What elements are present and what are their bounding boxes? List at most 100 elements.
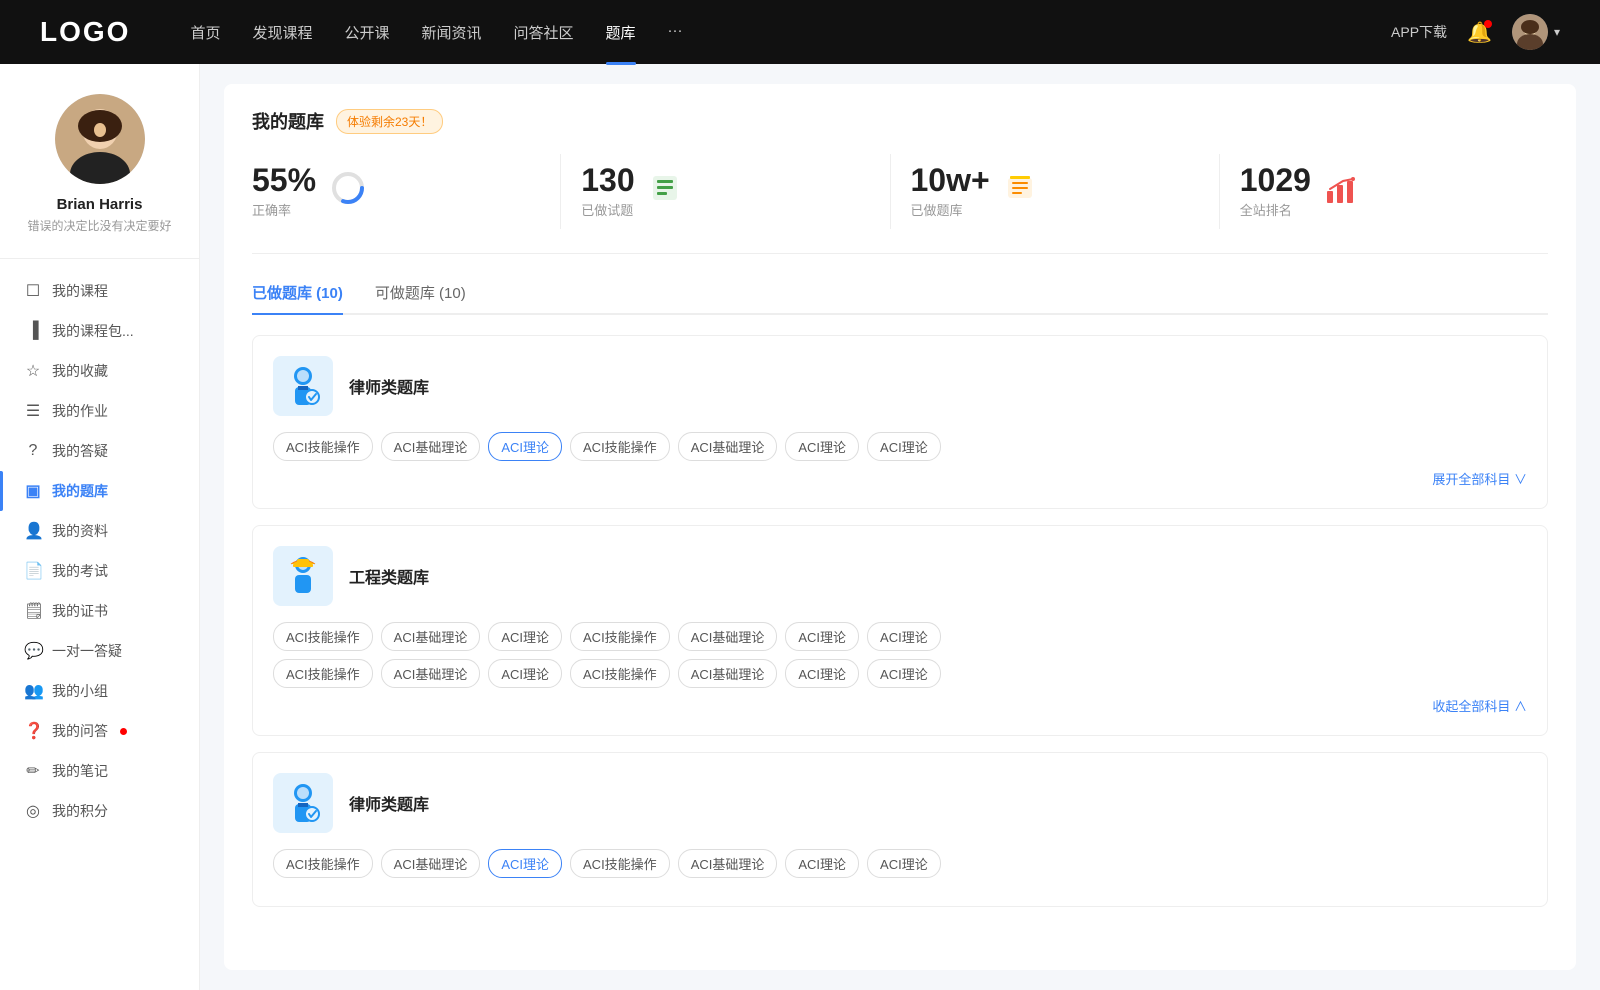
done-questions-icon [649,172,681,211]
nav-quiz[interactable]: 题库 [606,22,636,43]
chevron-down-icon: ▾ [1554,25,1560,39]
tag-item[interactable]: ACI基础理论 [381,432,481,461]
sidebar-item-quiz-bank[interactable]: ▣ 我的题库 [0,471,199,511]
tag-item[interactable]: ACI基础理论 [678,622,778,651]
tag-item[interactable]: ACI理论 [785,849,859,878]
stat-label-banks: 已做题库 [911,200,990,219]
tab-available-banks[interactable]: 可做题库 (10) [375,282,466,313]
unread-dot [120,728,127,735]
lawyer-icon-3 [273,773,333,833]
expand-link-1[interactable]: 展开全部科目 ∨ [273,469,1527,488]
nav-open-course[interactable]: 公开课 [344,22,389,43]
user-menu[interactable]: ▾ [1512,14,1560,50]
tag-item[interactable]: ACI理论 [867,432,941,461]
points-icon: ◎ [24,801,42,821]
sidebar-menu: ☐ 我的课程 ▐ 我的课程包... ☆ 我的收藏 ☰ 我的作业 ? 我的答疑 ▣… [0,271,199,831]
header: LOGO 首页 发现课程 公开课 新闻资讯 问答社区 题库 ··· APP下载 … [0,0,1600,64]
sidebar-item-my-group[interactable]: 👥 我的小组 [0,671,199,711]
accuracy-chart-icon [330,170,366,213]
content-card: 我的题库 体验剩余23天！ 55% 正确率 [224,84,1576,970]
menu-label: 我的资料 [52,521,108,541]
tag-item[interactable]: ACI基础理论 [381,849,481,878]
tag-item[interactable]: ACI基础理论 [678,849,778,878]
tag-item[interactable]: ACI理论 [785,622,859,651]
collapse-link-2[interactable]: 收起全部科目 ∧ [273,696,1527,715]
stat-accuracy: 55% 正确率 [252,154,561,229]
menu-label: 我的证书 [52,601,108,621]
logo[interactable]: LOGO [40,16,130,48]
profile-avatar [55,94,145,184]
stat-label-accuracy: 正确率 [252,200,316,219]
avatar [1512,14,1548,50]
tag-item[interactable]: ACI理论 [785,432,859,461]
menu-label: 我的课程 [52,281,108,301]
sidebar-item-one-on-one[interactable]: 💬 一对一答疑 [0,631,199,671]
nav-discover[interactable]: 发现课程 [252,22,312,43]
sidebar-item-favorites[interactable]: ☆ 我的收藏 [0,351,199,391]
tag-item[interactable]: ACI理论 [867,849,941,878]
tag-item[interactable]: ACI理论 [488,659,562,688]
sidebar-item-notes[interactable]: ✏ 我的笔记 [0,751,199,791]
notification-bell[interactable]: 🔔 [1467,20,1492,45]
tag-item-active[interactable]: ACI理论 [488,849,562,878]
nav-more[interactable]: ··· [668,22,683,43]
menu-label: 我的答疑 [52,441,108,461]
tag-item-active[interactable]: ACI理论 [488,432,562,461]
stat-value-banks: 10w+ [911,164,990,196]
sidebar-item-course-packages[interactable]: ▐ 我的课程包... [0,311,199,351]
main-content: 我的题库 体验剩余23天！ 55% 正确率 [200,64,1600,990]
stat-label-rank: 全站排名 [1240,200,1311,219]
done-banks-icon [1004,172,1036,211]
sidebar-item-profile-data[interactable]: 👤 我的资料 [0,511,199,551]
tag-item[interactable]: ACI理论 [488,622,562,651]
star-icon: ☆ [24,361,42,381]
sidebar-item-exams[interactable]: 📄 我的考试 [0,551,199,591]
question2-icon: ❓ [24,721,42,741]
profile-section: Brian Harris 错误的决定比没有决定要好 [0,94,199,259]
tag-item[interactable]: ACI技能操作 [570,849,670,878]
sidebar-item-my-courses[interactable]: ☐ 我的课程 [0,271,199,311]
quiz-icon: ▣ [24,481,42,501]
tag-item[interactable]: ACI基础理论 [678,432,778,461]
header-right: APP下载 🔔 ▾ [1391,14,1560,50]
tags-row-3: ACI技能操作 ACI基础理论 ACI理论 ACI技能操作 ACI基础理论 AC… [273,849,1527,878]
tag-item[interactable]: ACI理论 [867,622,941,651]
quiz-name-1: 律师类题库 [349,374,429,398]
quiz-section-engineer: 工程类题库 ACI技能操作 ACI基础理论 ACI理论 ACI技能操作 ACI基… [252,525,1548,736]
quiz-header-1: 律师类题库 [273,356,1527,416]
app-download-button[interactable]: APP下载 [1391,22,1447,42]
nav-qa[interactable]: 问答社区 [514,22,574,43]
menu-label: 我的积分 [52,801,108,821]
nav-news[interactable]: 新闻资讯 [422,22,482,43]
tag-item[interactable]: ACI理论 [785,659,859,688]
layout: Brian Harris 错误的决定比没有决定要好 ☐ 我的课程 ▐ 我的课程包… [0,64,1600,990]
tag-item[interactable]: ACI技能操作 [273,659,373,688]
notification-dot [1484,20,1492,28]
profile-motto: 错误的决定比没有决定要好 [27,217,171,234]
menu-label: 我的小组 [52,681,108,701]
tag-item[interactable]: ACI技能操作 [570,659,670,688]
tag-item[interactable]: ACI技能操作 [273,622,373,651]
tab-done-banks[interactable]: 已做题库 (10) [252,282,343,313]
stat-value-rank: 1029 [1240,164,1311,196]
sidebar-item-homework[interactable]: ☰ 我的作业 [0,391,199,431]
sidebar: Brian Harris 错误的决定比没有决定要好 ☐ 我的课程 ▐ 我的课程包… [0,64,200,990]
sidebar-item-my-questions[interactable]: ❓ 我的问答 [0,711,199,751]
tag-item[interactable]: ACI理论 [867,659,941,688]
nav-home[interactable]: 首页 [190,22,220,43]
edit-icon: ☰ [24,401,42,421]
tag-item[interactable]: ACI基础理论 [678,659,778,688]
sidebar-item-certificates[interactable]: 🗒 我的证书 [0,591,199,631]
menu-label: 一对一答疑 [52,641,122,661]
notes-icon: ✏ [24,761,42,781]
tag-item[interactable]: ACI技能操作 [570,622,670,651]
stat-done-questions: 130 已做试题 [561,154,890,229]
tag-item[interactable]: ACI基础理论 [381,659,481,688]
profile-name: Brian Harris [57,196,143,213]
sidebar-item-points[interactable]: ◎ 我的积分 [0,791,199,831]
sidebar-item-qa[interactable]: ? 我的答疑 [0,431,199,471]
tag-item[interactable]: ACI技能操作 [273,432,373,461]
tag-item[interactable]: ACI基础理论 [381,622,481,651]
tag-item[interactable]: ACI技能操作 [570,432,670,461]
tag-item[interactable]: ACI技能操作 [273,849,373,878]
